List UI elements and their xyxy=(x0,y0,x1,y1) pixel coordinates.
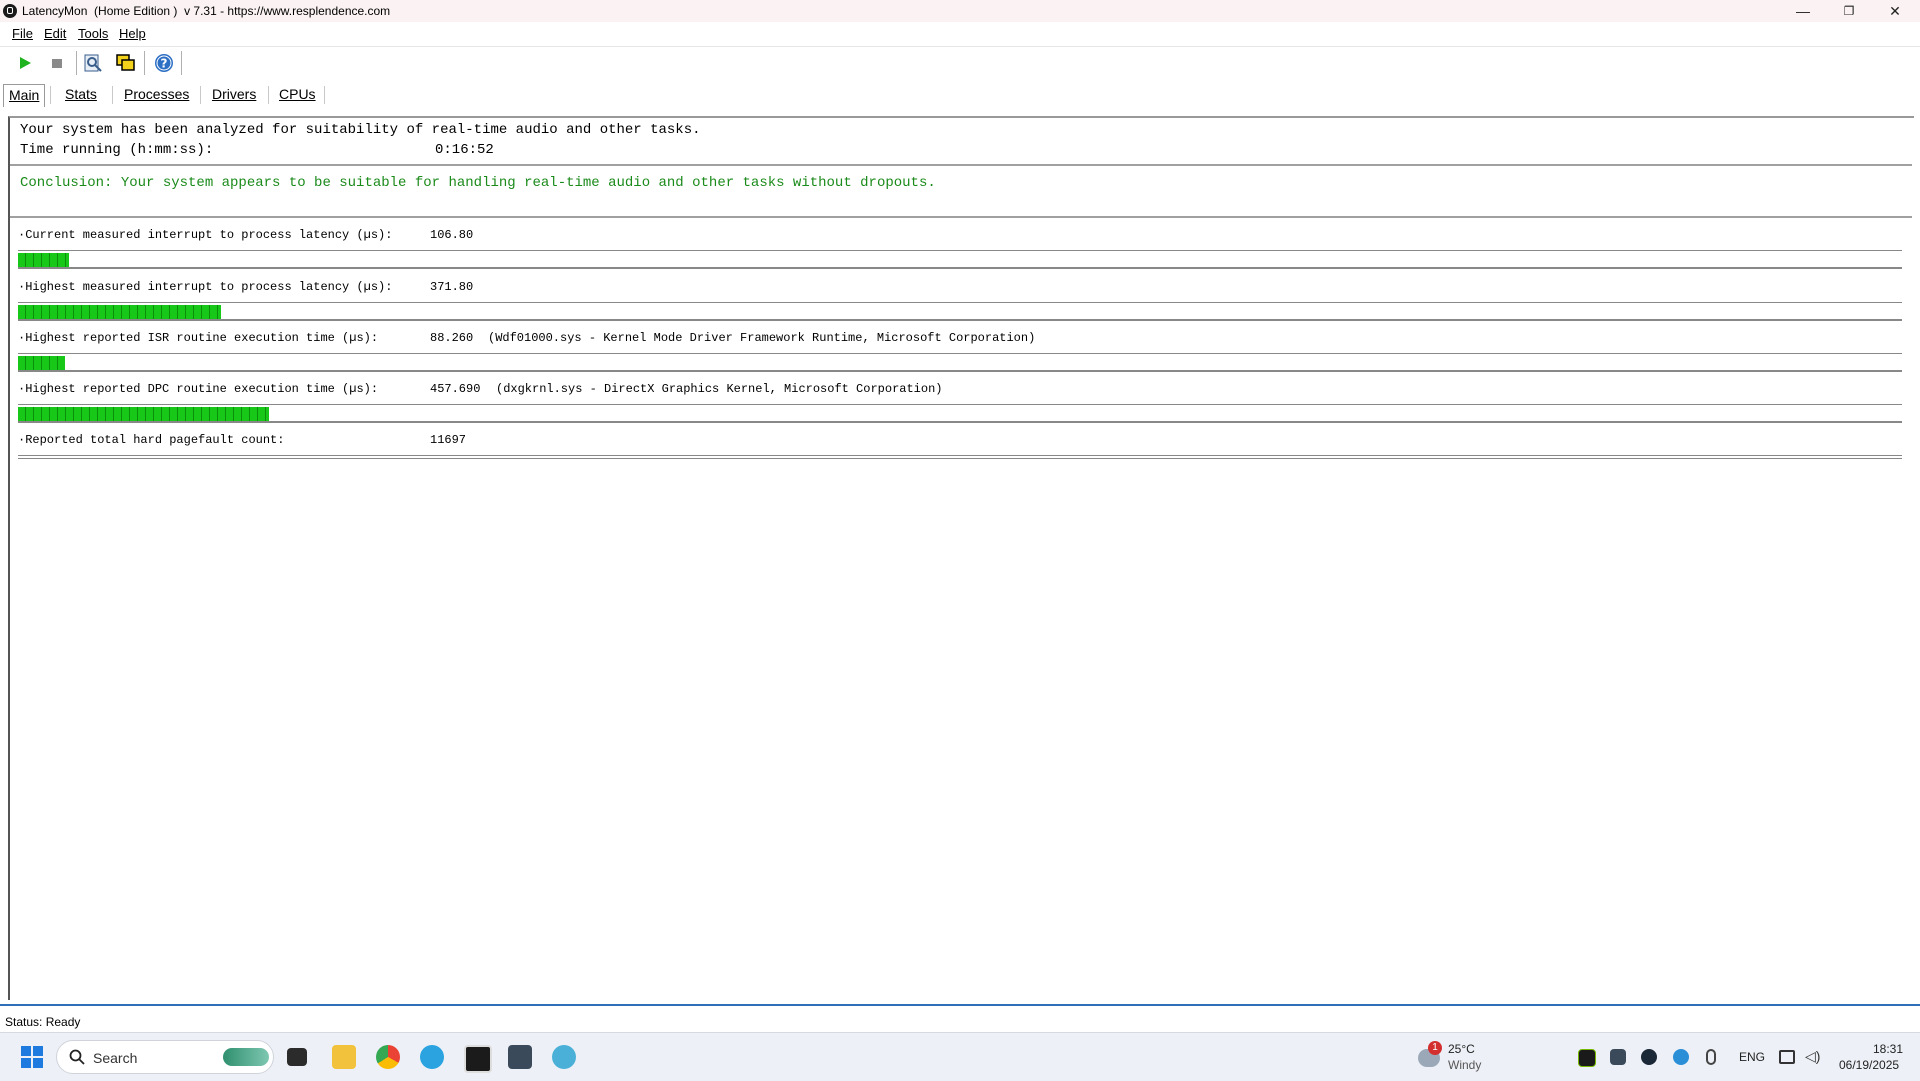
minimize-button[interactable]: — xyxy=(1780,0,1826,22)
menu-bar: File Edit Tools Help xyxy=(0,23,1920,45)
search-placeholder: Search xyxy=(93,1050,138,1066)
tab-separator xyxy=(200,86,201,104)
language-indicator[interactable]: ENG xyxy=(1739,1050,1765,1064)
taskbar-search[interactable]: Search xyxy=(56,1040,274,1074)
latency-bar-fill xyxy=(18,253,69,267)
menu-tools-label: Tools xyxy=(78,26,109,41)
tab-processes[interactable]: Processes xyxy=(119,84,194,106)
isr-bar-track xyxy=(18,354,1902,372)
help-icon[interactable]: ? xyxy=(153,52,175,74)
menu-file-label: File xyxy=(12,26,33,41)
windows-icon[interactable] xyxy=(115,52,137,74)
metric-driver-detail: (Wdf01000.sys - Kernel Mode Driver Frame… xyxy=(488,331,1036,345)
weather-temp[interactable]: 25°C xyxy=(1448,1042,1475,1056)
task-view-icon[interactable] xyxy=(287,1048,307,1066)
metric-label: ·Current measured interrupt to process l… xyxy=(18,228,393,242)
weather-desc[interactable]: Windy xyxy=(1448,1058,1481,1072)
microphone-icon[interactable] xyxy=(1706,1049,1716,1065)
main-panel: Your system has been analyzed for suitab… xyxy=(8,116,1914,1000)
metric-driver-detail: (dxgkrnl.sys - DirectX Graphics Kernel, … xyxy=(496,382,943,396)
chrome-icon[interactable] xyxy=(376,1045,400,1069)
latencymon-app-icon xyxy=(3,4,17,18)
tab-stats-label: Stats xyxy=(65,86,97,102)
weather-notification-badge: 1 xyxy=(1428,1041,1442,1055)
status-text: Status: Ready xyxy=(5,1015,81,1029)
analysis-summary-text: Your system has been analyzed for suitab… xyxy=(20,122,701,138)
close-button[interactable]: ✕ xyxy=(1872,0,1918,22)
maximize-button[interactable]: ❐ xyxy=(1826,0,1872,22)
search-icon xyxy=(69,1049,85,1065)
windows-start-icon[interactable] xyxy=(20,1045,44,1069)
toolbar-separator xyxy=(76,51,77,75)
title-bar: LatencyMon (Home Edition ) v 7.31 - http… xyxy=(0,0,1920,22)
metric-divider xyxy=(18,458,1902,459)
tab-drivers-label: Drivers xyxy=(212,86,257,102)
menu-help-label: Help xyxy=(119,26,146,41)
tab-separator xyxy=(50,86,51,104)
metric-divider xyxy=(18,455,1902,456)
section-divider xyxy=(10,216,1912,218)
metric-value: 457.690 xyxy=(430,382,481,396)
play-icon[interactable] xyxy=(14,52,36,74)
tab-stats[interactable]: Stats xyxy=(60,84,102,106)
steam-icon[interactable] xyxy=(1641,1049,1657,1065)
toolbar-separator xyxy=(144,51,145,75)
metric-value: 88.260 xyxy=(430,331,474,345)
window-title: LatencyMon (Home Edition ) v 7.31 - http… xyxy=(22,4,391,18)
latencymon-taskbar-icon[interactable] xyxy=(464,1045,492,1073)
time-running-value: 0:16:52 xyxy=(435,142,494,158)
menu-edit-label: Edit xyxy=(44,26,67,41)
nvidia-icon[interactable] xyxy=(1578,1049,1596,1067)
conclusion-text: Conclusion: Your system appears to be su… xyxy=(20,175,936,191)
tray-app-icon[interactable] xyxy=(1610,1049,1626,1065)
clock-time[interactable]: 18:31 xyxy=(1873,1042,1903,1056)
security-icon[interactable] xyxy=(1673,1049,1689,1065)
toolbar-separator xyxy=(181,51,182,75)
tab-cpus-label: CPUs xyxy=(279,86,316,102)
menu-edit[interactable]: Edit xyxy=(44,26,66,41)
tab-main-label: Main xyxy=(9,87,40,103)
clock-date[interactable]: 06/19/2025 xyxy=(1839,1058,1899,1072)
app-taskbar-icon[interactable] xyxy=(552,1045,576,1069)
volume-icon[interactable]: ◁) xyxy=(1805,1048,1820,1065)
tab-drivers[interactable]: Drivers xyxy=(207,84,261,106)
svg-text:?: ? xyxy=(161,57,168,71)
tab-separator xyxy=(268,86,269,104)
tab-cpus[interactable]: CPUs xyxy=(274,84,321,106)
toolbar: ? xyxy=(0,46,1920,77)
telegram-icon[interactable] xyxy=(420,1045,444,1069)
network-icon[interactable] xyxy=(1779,1050,1795,1064)
latency-bar-fill xyxy=(18,305,221,319)
latency-bar-track xyxy=(18,251,1902,269)
menu-file[interactable]: File xyxy=(12,26,33,41)
menu-tools[interactable]: Tools xyxy=(78,26,108,41)
dpc-bar-track xyxy=(18,405,1902,423)
tab-separator xyxy=(324,86,325,104)
stop-icon[interactable] xyxy=(46,52,68,74)
metric-label: ·Highest measured interrupt to process l… xyxy=(18,280,393,294)
dpc-bar-fill xyxy=(18,407,269,421)
status-bar: Status: Ready xyxy=(0,1004,1920,1034)
tab-strip: Main Stats Processes Drivers CPUs xyxy=(0,80,1920,108)
metric-value: 106.80 xyxy=(430,228,474,242)
file-explorer-icon[interactable] xyxy=(332,1045,356,1069)
metric-label: ·Highest reported ISR routine execution … xyxy=(18,331,379,345)
taskbar: Search 1 25°C Windy ENG ◁) 18:31 06/19/2… xyxy=(0,1032,1920,1081)
metric-label: ·Reported total hard pagefault count: xyxy=(18,433,285,447)
search-highlight-icon xyxy=(223,1048,269,1066)
tab-separator xyxy=(112,86,113,104)
report-icon[interactable] xyxy=(82,52,104,74)
section-divider xyxy=(10,164,1912,166)
time-running-label: Time running (h:mm:ss): xyxy=(20,142,214,158)
metric-label: ·Highest reported DPC routine execution … xyxy=(18,382,379,396)
app-taskbar-icon[interactable] xyxy=(508,1045,532,1069)
menu-help[interactable]: Help xyxy=(119,26,146,41)
isr-bar-fill xyxy=(18,356,65,370)
metric-value: 371.80 xyxy=(430,280,474,294)
tab-main[interactable]: Main xyxy=(3,84,46,107)
latency-bar-track xyxy=(18,303,1902,321)
tab-processes-label: Processes xyxy=(124,86,190,102)
metric-value: 11697 xyxy=(430,433,467,447)
